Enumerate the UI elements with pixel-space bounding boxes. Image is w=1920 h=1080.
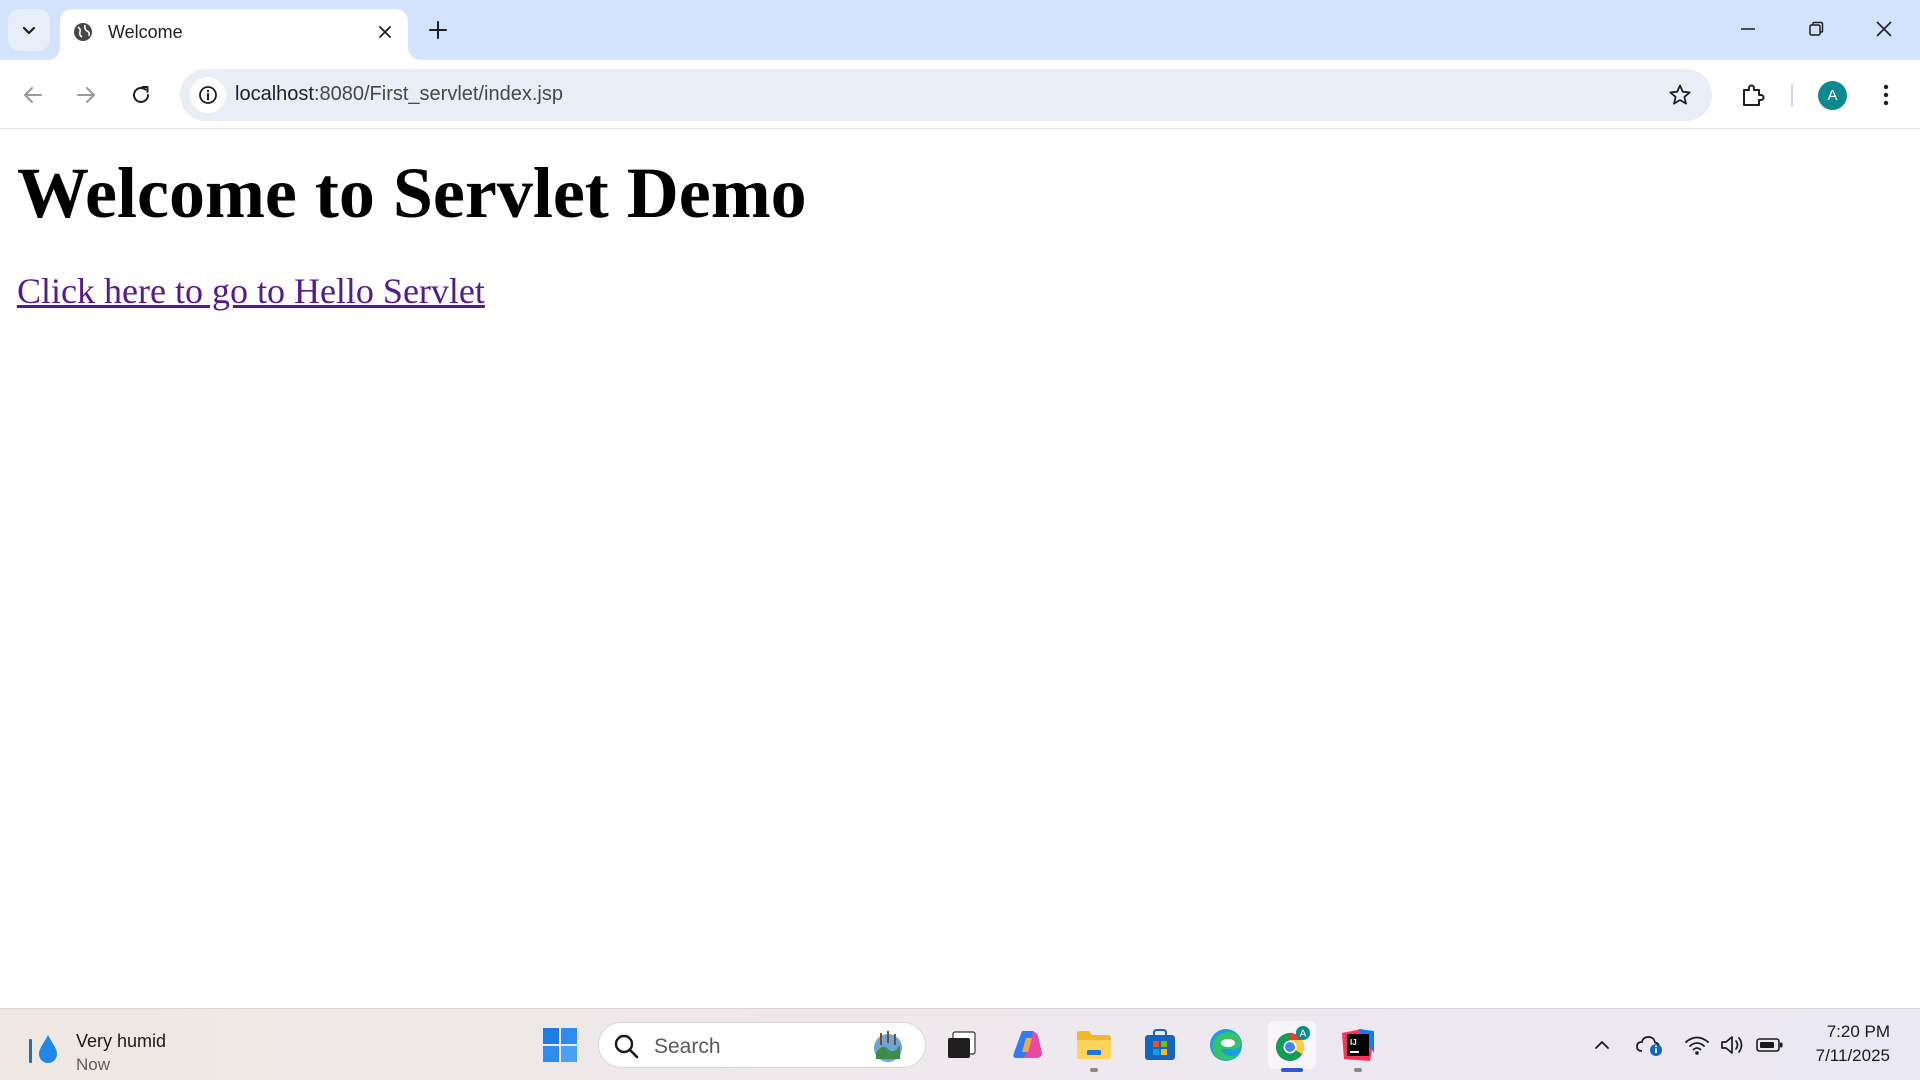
svg-text:IJ: IJ — [1350, 1038, 1357, 1047]
info-icon — [199, 86, 217, 104]
start-button[interactable] — [536, 1021, 584, 1069]
star-icon — [1669, 84, 1691, 105]
windows-taskbar: Very humid Now Search A IJ 7:20 PM 7/11/… — [0, 1008, 1920, 1080]
close-window-button[interactable] — [1850, 0, 1918, 58]
intellij-button[interactable]: IJ — [1334, 1021, 1382, 1072]
cloud-info-icon — [1636, 1036, 1662, 1056]
water-drop-icon — [29, 1035, 57, 1063]
close-icon — [379, 26, 391, 38]
address-bar[interactable]: localhost:8080/First_servlet/index.jsp — [180, 69, 1712, 121]
search-icon — [614, 1034, 639, 1059]
app-running-indicator — [1354, 1068, 1362, 1072]
chevron-up-icon — [1595, 1041, 1609, 1049]
taskbar-search[interactable]: Search — [598, 1022, 926, 1068]
profile-avatar[interactable]: A — [1818, 81, 1847, 110]
url-path: :8080/First_servlet/index.jsp — [313, 83, 563, 105]
bookmark-button[interactable] — [1666, 81, 1694, 109]
wifi-icon — [1685, 1036, 1709, 1055]
url-host: localhost — [235, 83, 314, 105]
globe-icon — [74, 23, 92, 41]
edge-button[interactable] — [1202, 1021, 1250, 1069]
search-highlight-icon — [874, 1031, 902, 1062]
reload-icon — [133, 86, 149, 103]
copilot-icon — [1013, 1031, 1042, 1058]
site-info-button[interactable] — [190, 77, 226, 113]
browser-toolbar: localhost:8080/First_servlet/index.jsp A — [0, 60, 1920, 129]
search-placeholder: Search — [654, 1035, 721, 1058]
chrome-button[interactable]: A — [1268, 1021, 1316, 1072]
svg-text:A: A — [1300, 1029, 1307, 1040]
microsoft-store-icon — [1145, 1029, 1175, 1060]
weather-widget[interactable]: Very humid Now — [22, 1019, 202, 1074]
toolbar-divider — [1791, 84, 1793, 106]
app-active-indicator — [1281, 1068, 1303, 1072]
speaker-icon — [1721, 1036, 1743, 1054]
arrow-left-icon — [24, 87, 42, 103]
task-view-icon — [948, 1031, 976, 1058]
app-running-indicator — [1090, 1068, 1098, 1072]
more-vertical-icon — [1883, 84, 1889, 106]
microsoft-store-button[interactable] — [1136, 1021, 1184, 1069]
intellij-icon: IJ — [1342, 1029, 1374, 1061]
arrow-right-icon — [77, 87, 95, 103]
minimize-icon — [1741, 28, 1755, 30]
windows-start-icon — [543, 1028, 577, 1062]
page-heading: Welcome to Servlet Demo — [17, 153, 807, 233]
show-hidden-icons-button[interactable] — [1588, 1031, 1616, 1059]
onedrive-tray-button[interactable] — [1636, 1031, 1664, 1059]
task-view-button[interactable] — [938, 1021, 986, 1069]
tab-close-button[interactable] — [372, 19, 398, 45]
volume-tray-button[interactable] — [1719, 1031, 1747, 1059]
chevron-down-icon — [22, 26, 36, 35]
reload-button[interactable] — [121, 75, 161, 115]
copilot-button[interactable] — [1004, 1021, 1052, 1069]
clock-time: 7:20 PM — [1826, 1022, 1890, 1041]
wifi-tray-button[interactable] — [1683, 1031, 1711, 1059]
restore-icon — [1809, 21, 1824, 36]
clock-date: 7/11/2025 — [1815, 1046, 1890, 1065]
weather-condition: Very humid — [76, 1031, 167, 1051]
battery-tray-button[interactable] — [1756, 1031, 1784, 1059]
plus-icon — [429, 21, 447, 39]
chrome-icon: A — [1276, 1026, 1310, 1061]
restore-button[interactable] — [1782, 0, 1850, 58]
file-explorer-icon — [1077, 1031, 1111, 1059]
puzzle-icon — [1743, 84, 1765, 106]
weather-time: Now — [76, 1055, 111, 1074]
browser-menu-button[interactable] — [1868, 75, 1904, 115]
tab-search-button[interactable] — [8, 9, 50, 51]
close-icon — [1876, 21, 1892, 37]
tab-welcome[interactable]: Welcome — [48, 9, 420, 60]
back-button[interactable] — [13, 75, 53, 115]
forward-button[interactable] — [66, 75, 106, 115]
minimize-button[interactable] — [1714, 0, 1782, 58]
web-page-content: Welcome to Servlet Demo Click here to go… — [0, 130, 1920, 1008]
system-clock[interactable]: 7:20 PM 7/11/2025 — [1816, 1020, 1890, 1068]
battery-icon — [1756, 1038, 1783, 1052]
tab-strip: Welcome — [0, 0, 1920, 60]
edge-icon — [1210, 1029, 1242, 1061]
extensions-button[interactable] — [1733, 75, 1773, 115]
file-explorer-button[interactable] — [1070, 1021, 1118, 1072]
hello-servlet-link[interactable]: Click here to go to Hello Servlet — [17, 270, 485, 312]
tab-title: Welcome — [108, 22, 183, 42]
new-tab-button[interactable] — [418, 14, 458, 46]
url-text[interactable]: localhost:8080/First_servlet/index.jsp — [235, 83, 563, 106]
